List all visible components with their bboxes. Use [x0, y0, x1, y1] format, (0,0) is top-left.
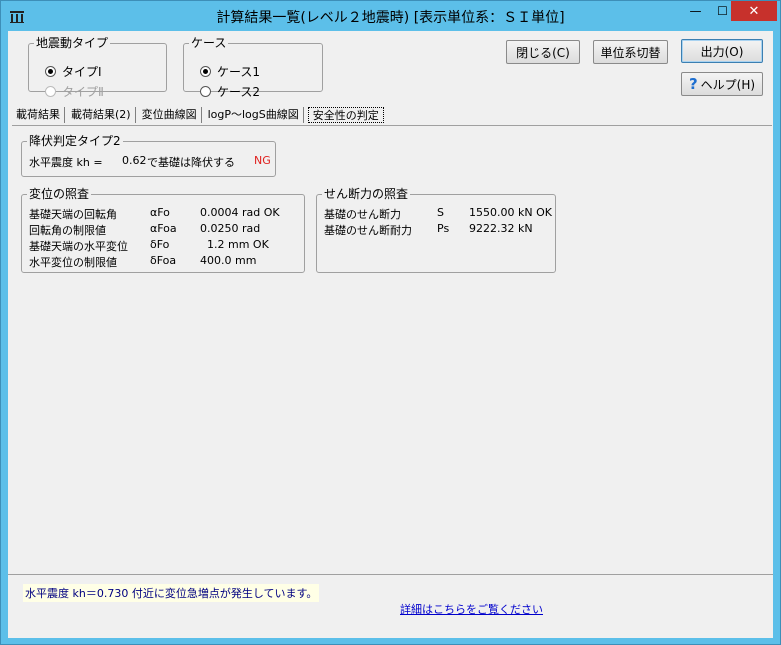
- app-window: 計算結果一覧(レベル２地震時) [表示単位系：ＳＩ単位] — ☐ ✕ 地震動タイ…: [0, 0, 781, 645]
- window-title: 計算結果一覧(レベル２地震時) [表示単位系：ＳＩ単位]: [216, 10, 565, 26]
- radio-unselected-icon[interactable]: [200, 86, 211, 97]
- tab-strip: 載荷結果 載荷結果(2) 変位曲線図 logP～logS曲線図 安全性の判定: [12, 107, 386, 123]
- disp-row-value: 0.0004 rad OK: [200, 206, 280, 219]
- tab-displacement-curve[interactable]: 変位曲線図: [138, 107, 202, 123]
- case-legend: ケース: [191, 36, 227, 50]
- status-area: 水平震度 kh＝0.730 付近に変位急増点が発生しています。 詳細はこちらをご…: [8, 574, 773, 638]
- help-button-label: ヘルプ(H): [700, 77, 756, 92]
- radio-case-2[interactable]: ケース2: [200, 83, 260, 100]
- disp-row-label: 基礎天端の水平変位: [29, 240, 128, 253]
- displacement-legend: 変位の照査: [29, 187, 90, 201]
- yield-value: 0.62: [122, 154, 147, 167]
- ground-motion-legend: 地震動タイプ: [36, 36, 109, 50]
- disp-row-value: 400.0 mm: [200, 254, 257, 267]
- ground-motion-group: 地震動タイプ タイプⅠ タイプⅡ: [28, 36, 167, 99]
- shear-row-symbol: S: [437, 206, 444, 219]
- tab-load-results-2[interactable]: 載荷結果(2): [67, 107, 136, 123]
- displacement-group: 変位の照査 基礎天端の回転角 αFo 0.0004 rad OK 回転角の制限値…: [21, 188, 305, 273]
- disp-row-value: 0.0250 rad: [200, 222, 261, 235]
- tab-logp-logs-curve[interactable]: logP～logS曲線図: [204, 107, 304, 123]
- radio-unselected-icon: [45, 86, 56, 97]
- disp-row-label: 回転角の制限値: [29, 224, 106, 237]
- details-link[interactable]: 詳細はこちらをご覧ください: [400, 601, 543, 617]
- radio-selected-icon[interactable]: [200, 66, 211, 77]
- status-message: 水平震度 kh＝0.730 付近に変位急増点が発生しています。: [23, 584, 320, 602]
- radio-type-1[interactable]: タイプⅠ: [45, 63, 102, 80]
- yield-text: で基礎は降伏する: [147, 156, 235, 169]
- radio-case-1[interactable]: ケース1: [200, 63, 260, 80]
- client-area: 地震動タイプ タイプⅠ タイプⅡ ケース ケース1 ケース2 閉じる(C) 単位…: [8, 31, 773, 638]
- close-window-button[interactable]: ✕: [731, 1, 777, 21]
- case-group: ケース ケース1 ケース2: [183, 36, 323, 99]
- disp-row-label: 基礎天端の回転角: [29, 208, 117, 221]
- disp-row-symbol: δFoa: [150, 254, 177, 267]
- close-button[interactable]: 閉じる(C): [506, 40, 580, 64]
- shear-row-value: 1550.00 kN OK: [469, 206, 552, 219]
- radio-case-2-label: ケース2: [217, 85, 261, 99]
- disp-row-symbol: αFoa: [150, 222, 177, 235]
- tab-load-results[interactable]: 載荷結果: [12, 107, 65, 123]
- radio-case-1-label: ケース1: [217, 65, 261, 79]
- unit-switch-button[interactable]: 単位系切替: [593, 40, 668, 64]
- radio-selected-icon[interactable]: [45, 66, 56, 77]
- radio-type-2-label: タイプⅡ: [62, 85, 104, 99]
- shear-row-value: 9222.32 kN: [469, 222, 533, 235]
- disp-row-label: 水平変位の制限値: [29, 256, 117, 269]
- yield-legend: 降伏判定タイプ2: [29, 134, 121, 148]
- safety-judgment-panel: 降伏判定タイプ2 水平震度 kh = 0.62 で基礎は降伏する NG 変位の照…: [12, 125, 772, 578]
- yield-group: 降伏判定タイプ2 水平震度 kh = 0.62 で基礎は降伏する NG: [21, 135, 276, 177]
- yield-result-ng: NG: [254, 154, 271, 167]
- shear-legend: せん断力の照査: [324, 187, 409, 201]
- minimize-button[interactable]: —: [682, 1, 709, 21]
- yield-label: 水平震度 kh =: [29, 156, 103, 169]
- radio-type-1-label: タイプⅠ: [62, 65, 102, 79]
- disp-row-value: 1.2 mm OK: [200, 238, 269, 251]
- radio-type-2: タイプⅡ: [45, 83, 104, 100]
- disp-row-symbol: αFo: [150, 206, 170, 219]
- output-button[interactable]: 出力(O): [681, 39, 763, 63]
- shear-row-label: 基礎のせん断力: [324, 208, 401, 221]
- disp-row-symbol: δFo: [150, 238, 170, 251]
- help-icon: ?: [688, 75, 698, 93]
- shear-row-symbol: Ps: [437, 222, 450, 235]
- tab-safety-judgment[interactable]: 安全性の判定: [307, 107, 384, 123]
- title-bar[interactable]: 計算結果一覧(レベル２地震時) [表示単位系：ＳＩ単位] — ☐ ✕: [1, 1, 780, 31]
- shear-group: せん断力の照査 基礎のせん断力 S 1550.00 kN OK 基礎のせん断耐力…: [316, 188, 556, 273]
- help-button[interactable]: ? ヘルプ(H): [681, 72, 763, 96]
- shear-row-label: 基礎のせん断耐力: [324, 224, 412, 237]
